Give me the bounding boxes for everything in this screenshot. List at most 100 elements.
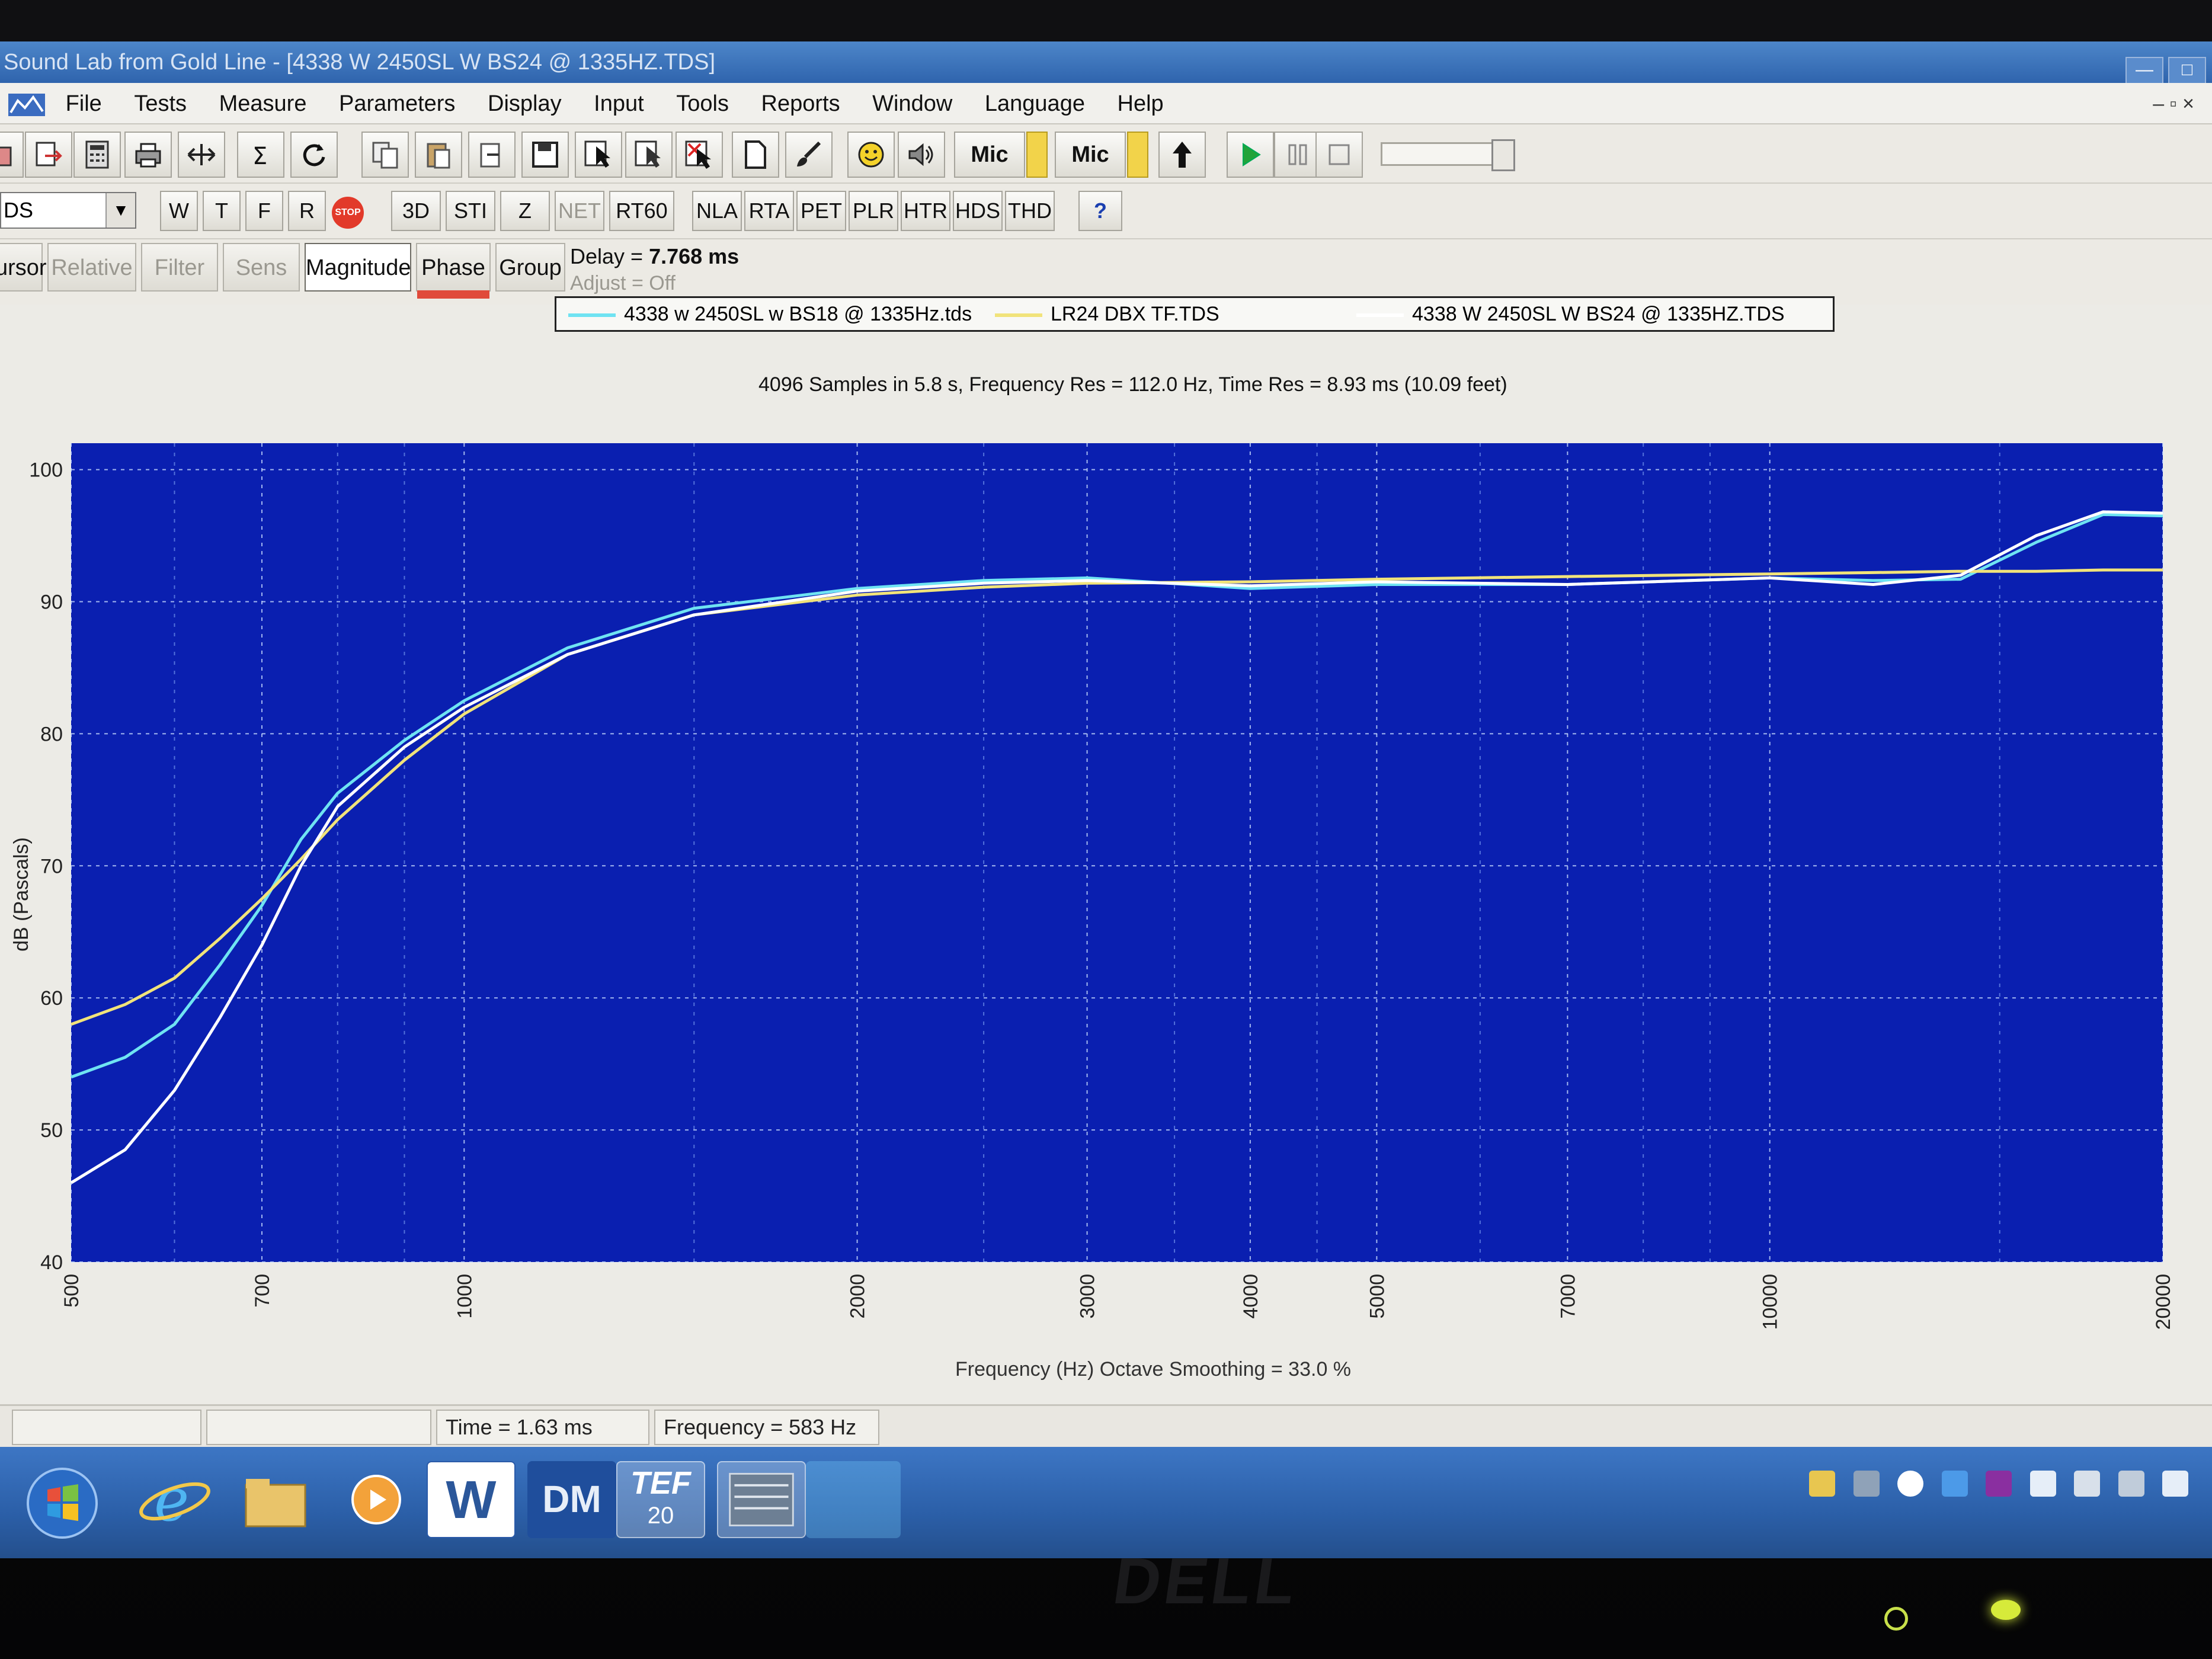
new-document-icon[interactable] — [732, 132, 779, 178]
t-button[interactable]: T — [203, 191, 241, 231]
plr-button[interactable]: PLR — [849, 191, 898, 231]
menu-tests[interactable]: Tests — [134, 83, 187, 124]
tab-magnitude[interactable]: Magnitude — [305, 243, 411, 292]
slider-knob[interactable] — [1491, 139, 1515, 171]
r-button[interactable]: R — [288, 191, 326, 231]
mic-1-level — [1026, 132, 1048, 178]
flag-icon[interactable] — [2029, 1471, 2056, 1497]
tab-relative[interactable]: Relative — [47, 243, 136, 292]
menu-measure[interactable]: Measure — [219, 83, 307, 124]
shield-icon[interactable] — [1809, 1471, 1836, 1497]
menu-tools[interactable]: Tools — [676, 83, 729, 124]
menu-file[interactable]: File — [66, 83, 102, 124]
menu-language[interactable]: Language — [985, 83, 1085, 124]
word-app[interactable]: W — [427, 1461, 516, 1538]
rt60-button[interactable]: RT60 — [609, 191, 674, 231]
cursor-select-2-icon[interactable] — [625, 132, 673, 178]
htr-button[interactable]: HTR — [901, 191, 950, 231]
test-toolbar: DS ▼ W T F R STOP 3D STI Z NET RT60 NLA R… — [0, 184, 2212, 239]
title-bar[interactable]: Sound Lab from Gold Line - [4338 W 2450S… — [0, 41, 2212, 84]
onenote-icon[interactable] — [1986, 1471, 2012, 1497]
maximize-button[interactable]: □ — [2168, 57, 2206, 84]
rta-button[interactable]: RTA — [744, 191, 794, 231]
file-explorer-icon[interactable] — [231, 1461, 320, 1538]
mdi-controls[interactable]: – ▫ × — [2153, 83, 2194, 124]
start-button-icon[interactable] — [24, 1465, 101, 1542]
legend-item-lr24[interactable]: LR24 DBX TF.TDS — [995, 298, 1219, 330]
nla-button[interactable]: NLA — [692, 191, 742, 231]
level-slider[interactable] — [1381, 139, 1515, 171]
f-button[interactable]: F — [245, 191, 283, 231]
arrow-up-icon[interactable] — [1158, 132, 1206, 178]
menu-parameters[interactable]: Parameters — [339, 83, 455, 124]
help-button[interactable]: ? — [1078, 191, 1122, 231]
save-icon[interactable] — [521, 132, 569, 178]
w-button[interactable]: W — [160, 191, 198, 231]
network-tool-icon[interactable] — [1853, 1471, 1880, 1497]
app-icon[interactable] — [6, 90, 47, 120]
legend-item-bs24[interactable]: 4338 W 2450SL W BS24 @ 1335HZ.TDS — [1356, 298, 1785, 330]
tab-group[interactable]: Group — [495, 243, 565, 292]
pause-icon[interactable] — [1274, 132, 1321, 178]
c-icon[interactable] — [1897, 1471, 1924, 1497]
media-player-icon[interactable] — [332, 1461, 421, 1538]
pet-button[interactable]: PET — [796, 191, 846, 231]
stop-button[interactable]: STOP — [332, 197, 364, 229]
fit-width-icon[interactable] — [178, 132, 225, 178]
play-icon[interactable] — [1227, 132, 1274, 178]
sum-icon[interactable]: Σ — [237, 132, 284, 178]
mic-2-button[interactable]: Mic — [1055, 132, 1126, 178]
tab-filter[interactable]: Filter — [141, 243, 218, 292]
cursor-select-icon[interactable] — [575, 132, 622, 178]
copy-icon[interactable] — [361, 132, 409, 178]
frequency-readout: Frequency = 583 Hz — [654, 1410, 879, 1445]
menu-display[interactable]: Display — [488, 83, 562, 124]
minimize-button[interactable]: — — [2125, 57, 2163, 84]
chevron-down-icon[interactable]: ▼ — [105, 193, 135, 228]
smiley-icon[interactable] — [847, 132, 895, 178]
speaker-icon[interactable] — [898, 132, 945, 178]
paste-icon[interactable] — [415, 132, 462, 178]
volume-icon[interactable] — [2162, 1471, 2188, 1497]
net-button[interactable]: NET — [555, 191, 604, 231]
legend-swatch-bs18 — [568, 313, 616, 318]
mic-1-button[interactable]: Mic — [954, 132, 1025, 178]
taskbar-blank-slot[interactable] — [806, 1461, 901, 1538]
device-combo[interactable]: DS ▼ — [0, 192, 136, 229]
tef-20-app[interactable]: TEF 20 — [616, 1461, 705, 1538]
sti-button[interactable]: STI — [446, 191, 495, 231]
menu-window[interactable]: Window — [872, 83, 952, 124]
export-icon[interactable] — [25, 132, 72, 178]
menu-help[interactable]: Help — [1118, 83, 1164, 124]
phase-indicator — [417, 290, 489, 299]
power-icon[interactable] — [1884, 1607, 1908, 1631]
internet-explorer-icon[interactable]: e — [130, 1461, 219, 1538]
tab-sens[interactable]: Sens — [223, 243, 300, 292]
clipboard-icon[interactable] — [2074, 1471, 2101, 1497]
z-button[interactable]: Z — [500, 191, 550, 231]
import-icon[interactable] — [468, 132, 516, 178]
cursor-delete-icon[interactable] — [676, 132, 723, 178]
sound-lab-app[interactable] — [717, 1461, 806, 1538]
refresh-icon[interactable] — [290, 132, 338, 178]
print-icon[interactable] — [124, 132, 172, 178]
calculator-icon[interactable] — [73, 132, 121, 178]
stop-icon[interactable] — [1315, 132, 1363, 178]
3d-button[interactable]: 3D — [391, 191, 441, 231]
thd-button[interactable]: THD — [1005, 191, 1055, 231]
menu-reports[interactable]: Reports — [761, 83, 840, 124]
frequency-response-chart[interactable]: 500 700 1000 2000 3000 4000 5000 7000 10000 20000… — [0, 397, 2212, 1357]
x-tick-label: 20000 — [2152, 1274, 2175, 1330]
legend-item-bs18[interactable]: 4338 w 2450SL w BS18 @ 1335Hz.tds — [568, 298, 972, 330]
signal-icon[interactable] — [2118, 1471, 2144, 1497]
dm-app[interactable]: DM — [527, 1461, 616, 1538]
brush-icon[interactable] — [785, 132, 833, 178]
tab-phase[interactable]: Phase — [416, 243, 491, 299]
open-icon[interactable] — [0, 132, 24, 178]
status-panel-empty — [12, 1410, 201, 1445]
menu-input[interactable]: Input — [594, 83, 644, 124]
tab-cursor[interactable]: ursor — [0, 243, 47, 292]
hds-button[interactable]: HDS — [953, 191, 1003, 231]
sound-lab-icon — [729, 1472, 794, 1527]
bluetooth-icon[interactable] — [1941, 1471, 1968, 1497]
